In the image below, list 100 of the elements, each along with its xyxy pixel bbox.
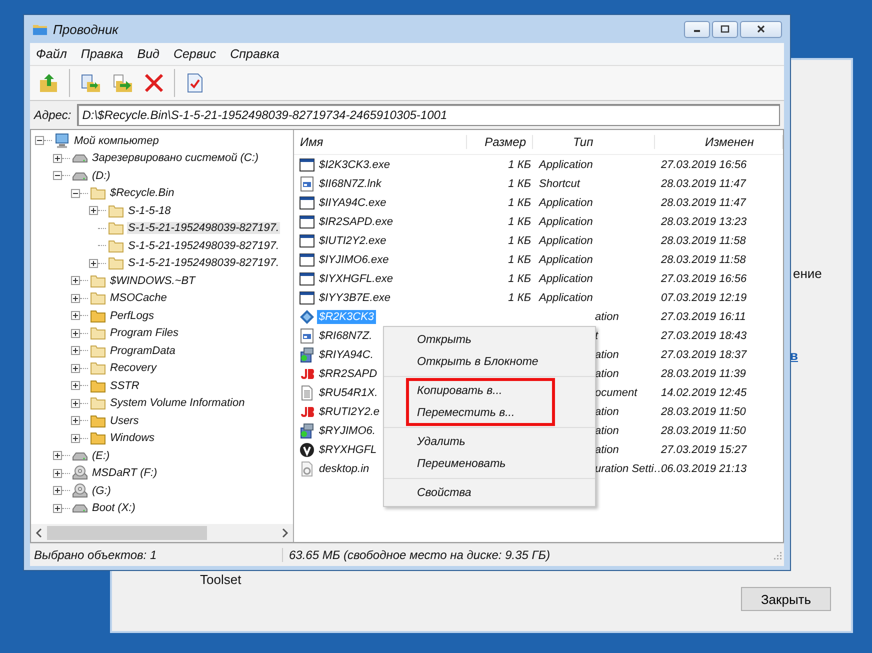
tree-item[interactable]: $WINDOWS.~BT <box>109 274 196 287</box>
tree-item[interactable]: Recovery <box>109 362 158 374</box>
expander-icon[interactable] <box>71 364 80 373</box>
expander-icon[interactable] <box>71 328 80 338</box>
disc-drive-icon <box>72 482 88 499</box>
menu-item[interactable]: Файл <box>36 47 67 61</box>
menu-item[interactable]: Копировать в... <box>408 380 553 402</box>
menu-item[interactable]: Сервис <box>173 47 216 61</box>
tree-item[interactable]: MSOCache <box>109 292 168 304</box>
expander-icon[interactable] <box>53 154 62 163</box>
tree-item[interactable]: Boot (X:) <box>91 502 136 514</box>
file-name[interactable]: $RUTI2Y2.e <box>317 404 382 418</box>
close-button[interactable] <box>740 20 782 38</box>
tree-item[interactable]: Users <box>109 414 140 427</box>
menu-item[interactable]: Открыть в Блокноте <box>384 351 595 373</box>
file-name[interactable]: $RIYA94C. <box>317 348 376 362</box>
tree-item[interactable]: ProgramData <box>109 344 176 357</box>
expander-icon[interactable] <box>71 416 80 426</box>
file-name[interactable]: $IIYA94C.exe <box>317 196 388 210</box>
file-name[interactable]: $I2K3CK3.exe <box>317 158 392 172</box>
expander-icon[interactable] <box>71 276 80 286</box>
tree-item[interactable]: $Recycle.Bin <box>109 187 176 200</box>
expander-icon[interactable] <box>89 206 98 216</box>
expander-icon[interactable] <box>71 294 80 303</box>
menu-item[interactable]: Справка <box>230 47 280 61</box>
move-icon <box>111 72 133 94</box>
tree-item[interactable]: PerfLogs <box>109 310 156 322</box>
file-size: 1 КБ <box>508 216 531 228</box>
tree-item[interactable]: Windows <box>109 432 156 444</box>
column-header[interactable]: Изменен <box>655 135 783 149</box>
dialog-link[interactable]: в <box>790 348 798 363</box>
file-type: ation <box>595 348 619 360</box>
expander-icon[interactable] <box>53 171 62 180</box>
file-name[interactable]: $RI68N7Z. <box>317 328 374 342</box>
program-window-icon <box>299 252 315 268</box>
file-name[interactable]: $RYJIMO6. <box>317 424 378 438</box>
file-name[interactable]: $IYY3B7E.exe <box>317 290 393 304</box>
tree-item[interactable]: (G:) <box>91 484 112 497</box>
expander-icon[interactable] <box>71 346 80 356</box>
folder-icon <box>108 202 124 219</box>
expander-icon[interactable] <box>71 434 80 443</box>
expander-icon[interactable] <box>35 136 44 146</box>
column-header[interactable]: Тип <box>533 135 655 149</box>
expander-icon[interactable] <box>53 486 62 496</box>
file-date: 28.03.2019 11:58 <box>660 234 747 246</box>
menu-item[interactable]: Свойства <box>384 482 595 504</box>
expander-icon[interactable] <box>71 398 80 408</box>
tree-item[interactable]: Program Files <box>109 327 180 340</box>
tree-item[interactable]: S-1-5-21-1952498039-827197. <box>127 240 280 252</box>
scroll-left-icon[interactable] <box>35 528 43 538</box>
minimize-button[interactable] <box>684 20 710 38</box>
expander-icon[interactable] <box>53 451 62 460</box>
scroll-right-icon[interactable] <box>281 528 289 538</box>
maximize-button[interactable] <box>712 20 738 38</box>
file-name[interactable]: desktop.in <box>317 462 372 476</box>
tree-item[interactable]: MSDaRT (F:) <box>91 467 158 480</box>
expander-icon[interactable] <box>71 311 80 320</box>
file-name[interactable]: $IYXHGFL.exe <box>317 272 395 286</box>
tree-item[interactable]: SSTR <box>109 380 140 392</box>
address-field[interactable]: D:\$Recycle.Bin\S-1-5-21-1952498039-82719734-2465910305-1001 <box>77 104 780 126</box>
expander-icon[interactable] <box>89 258 98 268</box>
tree-item[interactable]: Зарезервировано системой (C:) <box>91 152 260 164</box>
tree-item[interactable]: S-1-5-18 <box>127 204 172 217</box>
tree-item[interactable]: S-1-5-21-1952498039-827197. <box>127 222 280 234</box>
file-size: 1 КБ <box>508 292 531 304</box>
disc-drive-icon <box>72 465 88 482</box>
file-name[interactable]: $II68N7Z.lnk <box>317 176 384 190</box>
expander-icon[interactable] <box>71 188 80 198</box>
menu-item[interactable]: Правка <box>80 47 124 61</box>
file-name[interactable]: $IUTI2Y2.exe <box>317 234 388 248</box>
file-name[interactable]: $IYJIMO6.exe <box>317 252 391 266</box>
tree-item[interactable]: (E:) <box>91 450 111 462</box>
menu-item[interactable]: Вид <box>137 47 160 61</box>
file-name[interactable]: $RR2SAPD <box>317 366 380 380</box>
file-date: 27.03.2019 18:43 <box>660 330 748 342</box>
menu-item[interactable]: Открыть <box>384 329 595 351</box>
tree-item[interactable]: Мой компьютер <box>73 134 160 147</box>
file-name[interactable]: $IR2SAPD.exe <box>317 214 395 228</box>
file-date: 28.03.2019 11:47 <box>660 196 748 208</box>
folder-icon <box>90 412 106 429</box>
menu-item[interactable]: Переместить в... <box>408 402 553 424</box>
program-window-icon <box>299 232 315 248</box>
resize-grip-icon[interactable] <box>772 550 782 560</box>
menu-item[interactable]: Переименовать <box>384 453 595 475</box>
file-date: 28.03.2019 11:58 <box>660 254 747 266</box>
expander-icon[interactable] <box>53 504 62 513</box>
close-button[interactable]: Закрыть <box>741 587 831 611</box>
file-name[interactable]: $RU54R1X. <box>317 386 380 400</box>
column-header[interactable]: Имя <box>294 135 467 149</box>
horizontal-scrollbar[interactable] <box>31 524 293 542</box>
column-header[interactable]: Размер <box>467 135 533 149</box>
tree-item[interactable]: System Volume Information <box>109 397 246 410</box>
folder-icon <box>90 325 106 342</box>
file-name[interactable]: $RYXHGFL <box>317 442 379 456</box>
file-type: ation <box>595 424 619 436</box>
tree-item[interactable]: (D:) <box>91 170 112 182</box>
tree-item[interactable]: S-1-5-21-1952498039-827197. <box>127 257 280 270</box>
expander-icon[interactable] <box>53 468 62 478</box>
expander-icon[interactable] <box>71 381 80 390</box>
menu-item[interactable]: Удалить <box>384 431 595 453</box>
